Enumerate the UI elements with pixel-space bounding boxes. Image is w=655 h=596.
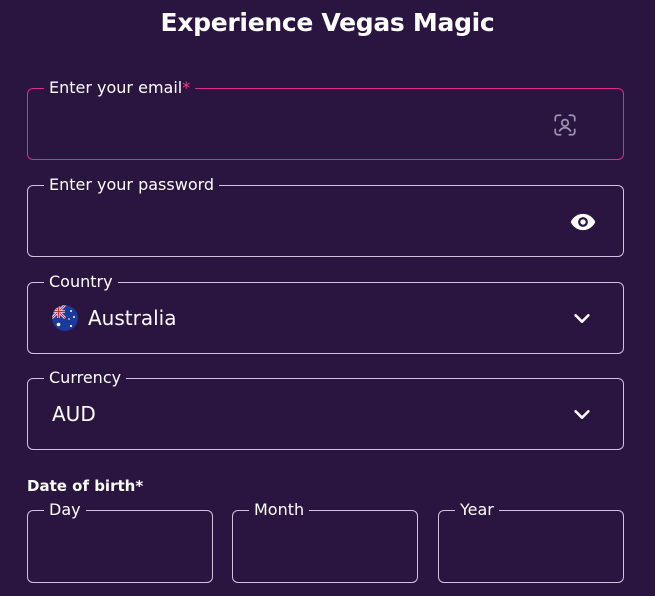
country-select[interactable]: Country Australia	[27, 271, 624, 354]
country-selected: Australia	[52, 305, 176, 331]
email-field-label: Enter your email*	[44, 77, 196, 99]
country-field-label: Country	[44, 271, 118, 293]
country-value: Australia	[88, 306, 177, 330]
registration-form: Experience Vegas Magic Enter your email*…	[0, 0, 655, 596]
eye-icon[interactable]	[568, 207, 598, 237]
email-field[interactable]: Enter your email*	[27, 77, 624, 160]
dob-day-label: Day	[44, 499, 86, 521]
password-field[interactable]: Enter your password	[27, 174, 624, 257]
chevron-down-icon[interactable]	[569, 305, 595, 331]
dob-day-field[interactable]: Day	[27, 499, 213, 583]
dob-year-label: Year	[455, 499, 499, 521]
dob-year-field[interactable]: Year	[438, 499, 624, 583]
currency-select[interactable]: Currency AUD	[27, 367, 624, 450]
australia-flag-icon	[52, 305, 78, 331]
password-field-label: Enter your password	[44, 174, 220, 196]
page-title: Experience Vegas Magic	[160, 8, 495, 37]
dob-month-label: Month	[249, 499, 310, 521]
face-scan-icon	[551, 111, 579, 139]
chevron-down-icon[interactable]	[569, 401, 595, 427]
currency-field-label: Currency	[44, 367, 127, 389]
dob-heading: Date of birth*	[27, 477, 144, 495]
currency-value: AUD	[52, 402, 96, 426]
dob-month-field[interactable]: Month	[232, 499, 418, 583]
required-asterisk: *	[182, 78, 191, 97]
currency-selected: AUD	[52, 401, 96, 427]
email-label-text: Enter your email	[49, 78, 183, 97]
